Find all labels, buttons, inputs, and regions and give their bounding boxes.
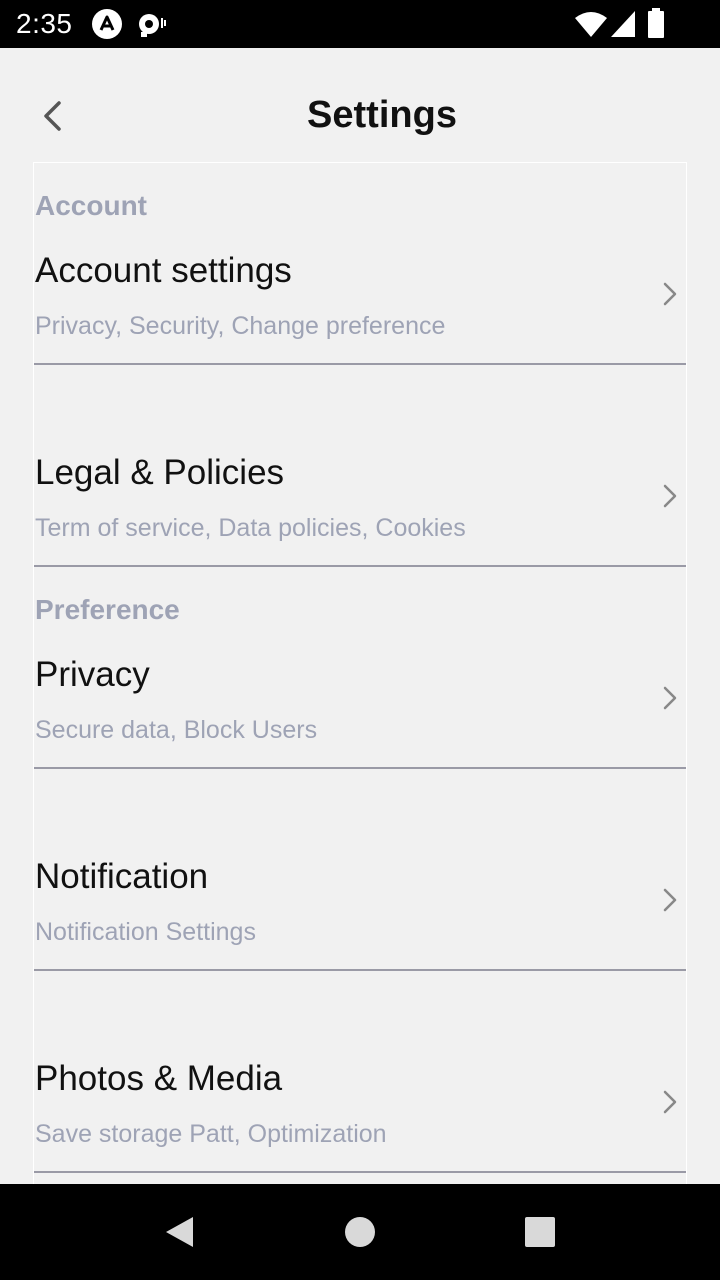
battery-icon <box>647 8 665 43</box>
home-circle-icon[interactable] <box>344 1216 376 1253</box>
wifi-icon <box>574 10 608 43</box>
chevron-right-icon <box>663 686 677 710</box>
settings-item-photos-media[interactable]: Photos & Media Save storage Patt, Optimi… <box>34 971 686 1173</box>
item-subtitle: Notification Settings <box>35 918 256 946</box>
item-title: Notification <box>35 857 209 896</box>
settings-item-legal-policies[interactable]: Legal & Policies Term of service, Data p… <box>34 365 686 567</box>
settings-item-privacy[interactable]: Preference Privacy Secure data, Block Us… <box>34 567 686 769</box>
item-subtitle: Term of service, Data policies, Cookies <box>35 514 466 542</box>
status-time: 2:35 <box>16 8 73 39</box>
item-title: Photos & Media <box>35 1059 283 1098</box>
recents-square-icon[interactable] <box>524 1216 556 1253</box>
chevron-right-icon <box>663 484 677 508</box>
item-subtitle: Secure data, Block Users <box>35 716 318 744</box>
item-title: Privacy <box>35 655 150 694</box>
settings-list: Account Account settings Privacy, Securi… <box>33 162 687 1184</box>
chevron-right-icon <box>663 888 677 912</box>
back-triangle-icon[interactable] <box>162 1214 196 1255</box>
chevron-right-icon <box>663 1090 677 1114</box>
chevron-right-icon <box>663 282 677 306</box>
app-notification-icon <box>92 9 122 44</box>
page-title: Settings <box>307 94 457 136</box>
media-notification-icon <box>138 12 166 43</box>
status-bar: 2:35 <box>0 0 720 48</box>
cellular-signal-icon <box>610 10 636 43</box>
navigation-bar <box>0 1184 720 1280</box>
settings-item-account-settings[interactable]: Account Account settings Privacy, Securi… <box>34 163 686 365</box>
item-subtitle: Save storage Patt, Optimization <box>35 1120 387 1148</box>
item-title: Account settings <box>35 251 292 290</box>
section-label: Preference <box>35 594 180 625</box>
item-subtitle: Privacy, Security, Change preference <box>35 312 446 340</box>
section-label: Account <box>35 190 147 221</box>
settings-item-notification[interactable]: Notification Notification Settings <box>34 769 686 971</box>
item-title: Legal & Policies <box>35 453 285 492</box>
app-header: Settings <box>0 48 720 162</box>
